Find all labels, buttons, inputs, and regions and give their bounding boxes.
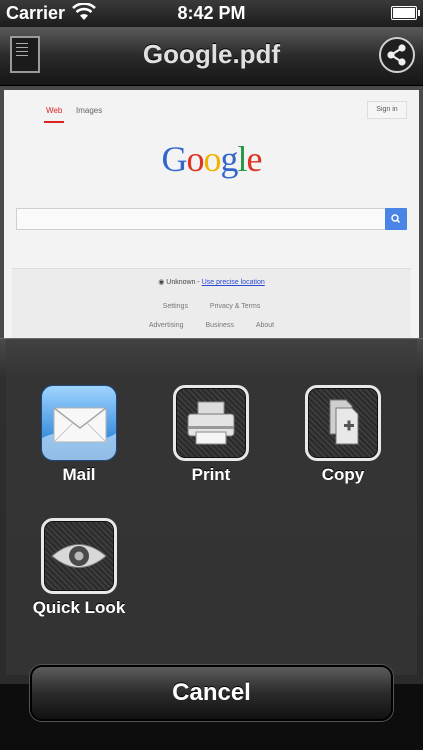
status-bar: Carrier 8:42 PM (0, 0, 423, 27)
mail-icon (41, 385, 117, 461)
nav-bar: Google.pdf (0, 27, 423, 86)
print-label: Print (191, 465, 231, 484)
mail-label: Mail (62, 465, 96, 484)
footer-link: Business (205, 322, 234, 329)
eye-icon (41, 518, 117, 594)
google-footer: ◉ Unknown - Use precise location Setting… (12, 268, 411, 343)
google-logo-letter: l (237, 139, 248, 179)
location-link: Use precise location (201, 279, 265, 286)
footer-link: About (255, 322, 275, 329)
page-title: Google.pdf (142, 39, 281, 69)
google-header: Web Images Sign in (4, 90, 419, 126)
footer-links-row-1: Settings Privacy & Terms (12, 303, 411, 310)
google-logo-letter: o (186, 139, 205, 179)
google-logo-letter: e (246, 139, 263, 179)
pdf-page: Web Images Sign in Google ◉ Unknown - Us… (4, 90, 419, 343)
copy-action-button[interactable]: Copy (288, 385, 398, 485)
footer-link: Settings (162, 303, 188, 310)
pdf-preview: Web Images Sign in Google ◉ Unknown - Us… (0, 86, 423, 346)
footer-links-row-2: Advertising Business About (12, 322, 411, 329)
google-logo-letter: o (203, 139, 222, 179)
google-logo-letter: g (220, 139, 239, 179)
location-line: ◉ Unknown - Use precise location (12, 278, 411, 286)
sign-in-button: Sign in (367, 101, 407, 119)
search-icon (385, 208, 407, 230)
location-prefix: ◉ Unknown - (158, 279, 202, 286)
printer-icon (173, 385, 249, 461)
google-logo-letter: G (161, 139, 188, 179)
cancel-button[interactable]: Cancel (30, 665, 393, 721)
share-icon[interactable] (379, 37, 415, 73)
battery-icon (391, 6, 420, 20)
tab-images: Images (76, 106, 103, 115)
quick-look-label: Quick Look (32, 598, 126, 617)
footer-link: Privacy & Terms (209, 303, 261, 310)
quick-look-action-button[interactable]: Quick Look (24, 518, 134, 618)
mail-action-button[interactable]: Mail (24, 385, 134, 485)
search-box (16, 208, 386, 230)
screen: Carrier 8:42 PM Google.pdf Web Images Si… (0, 0, 423, 750)
footer-link: Advertising (148, 322, 184, 329)
tab-web: Web (46, 106, 63, 115)
google-logo: Google (4, 138, 419, 180)
copy-icon (305, 385, 381, 461)
active-tab-indicator (44, 121, 64, 123)
clock-label: 8:42 PM (177, 3, 246, 23)
print-action-button[interactable]: Print (156, 385, 266, 485)
copy-label: Copy (321, 465, 365, 484)
